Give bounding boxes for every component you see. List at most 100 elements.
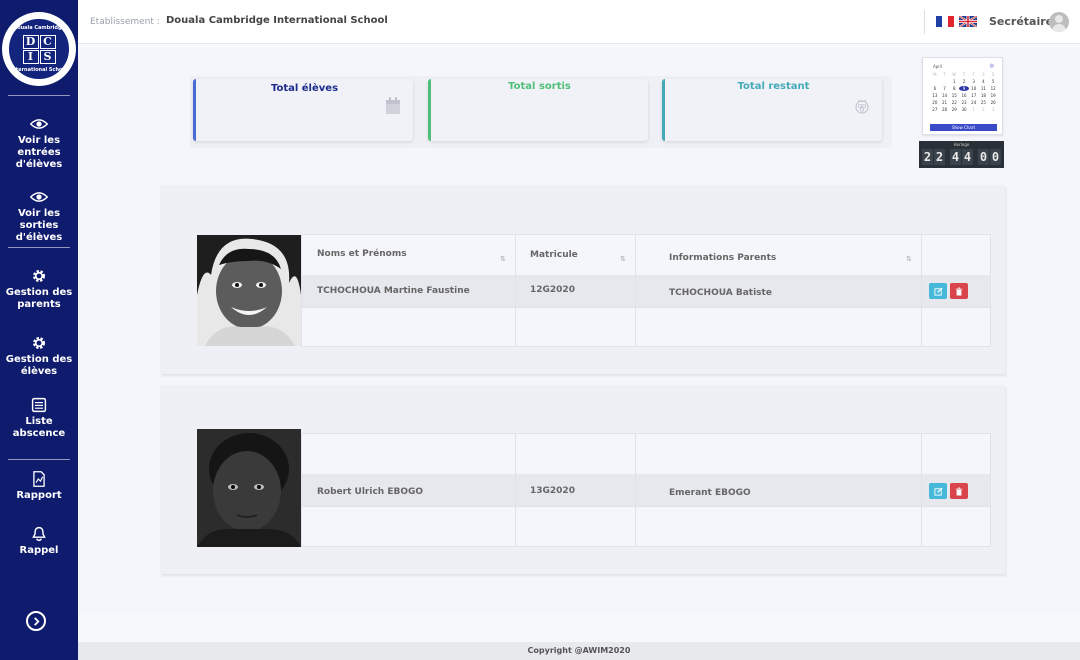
calendar-day[interactable]: 23 — [959, 100, 969, 105]
sidebar-collapse-button[interactable] — [26, 611, 46, 631]
column-divider — [635, 434, 636, 546]
sidebar-item-eleves[interactable]: Gestion des élèves — [0, 335, 78, 378]
calendar-day[interactable]: 1 — [969, 107, 979, 112]
calendar-day[interactable]: 1 — [949, 79, 959, 84]
calendar-day[interactable]: 2 — [959, 79, 969, 84]
student-matricule: 12G2020 — [530, 285, 575, 295]
logo-letters: D C I S — [22, 34, 56, 64]
calendar-month: April — [933, 64, 943, 69]
edit-button[interactable] — [929, 283, 947, 299]
sidebar-divider — [8, 247, 70, 248]
clock-label: Horloge — [953, 142, 970, 147]
calendar-day[interactable]: 24 — [969, 100, 979, 105]
clock-digit: 2 — [922, 149, 933, 165]
uk-flag-icon[interactable] — [959, 16, 977, 27]
clock-digit: 0 — [978, 149, 989, 165]
sort-icon[interactable]: ⇅ — [500, 255, 506, 263]
edit-button[interactable] — [929, 483, 947, 499]
calendar-day[interactable] — [930, 79, 940, 84]
student-name: TCHOCHOUA Martine Faustine — [317, 286, 470, 296]
stat-title: Total sortis — [508, 81, 571, 92]
calendar-day[interactable]: 21 — [940, 100, 950, 105]
calendar-day[interactable] — [940, 79, 950, 84]
column-divider — [921, 434, 922, 546]
calendar-day[interactable]: 6 — [930, 86, 940, 91]
sidebar-item-entrees[interactable]: Voir les entrées d'élèves — [0, 116, 78, 171]
calendar-day[interactable]: 18 — [979, 93, 989, 98]
stat-card-total-eleves: Total élèves — [193, 79, 413, 141]
student-table: Noms et Prénoms ⇅ Matricule ⇅ Informatio… — [301, 234, 991, 347]
mini-calendar[interactable]: April ◎ M T W T F S S 1 2 3 4 5 6 7 8 9 10 11 12 13 14 15 16 17… — [922, 57, 1003, 135]
calendar-day[interactable]: 2 — [979, 107, 989, 112]
calendar-icon — [386, 97, 400, 114]
calendar-day[interactable]: 20 — [930, 100, 940, 105]
sidebar-item-label: Voir les entrées d'élèves — [15, 135, 63, 170]
topbar-divider — [924, 10, 925, 34]
calendar-day[interactable]: 25 — [979, 100, 989, 105]
calendar-grid: M T W T F S S 1 2 3 4 5 6 7 8 9 10 11 12 13 14 15 16 17 18 19 20 21… — [930, 72, 998, 112]
sidebar-item-rapport[interactable]: Rapport — [0, 471, 78, 502]
calendar-day[interactable]: 11 — [979, 86, 989, 91]
calendar-nav-icon[interactable]: ◎ — [990, 63, 994, 69]
calendar-day[interactable]: 10 — [969, 86, 979, 91]
calendar-weekday: F — [972, 72, 975, 77]
calendar-day[interactable]: 27 — [930, 107, 940, 112]
student-name: Robert Ulrich EBOGO — [317, 487, 424, 497]
calendar-day[interactable]: 22 — [949, 100, 959, 105]
student-photo — [197, 429, 301, 547]
calendar-day[interactable]: 3 — [988, 107, 998, 112]
sort-icon[interactable]: ⇅ — [620, 255, 626, 263]
trash-icon — [955, 287, 963, 295]
sidebar-item-rappel[interactable]: Rappel — [0, 526, 78, 557]
calendar-day[interactable]: 4 — [979, 79, 989, 84]
calendar-day[interactable]: 3 — [969, 79, 979, 84]
calendar-weekday: T — [962, 72, 966, 77]
clock-digit: 4 — [950, 149, 961, 165]
checklist-icon — [31, 397, 47, 413]
calendar-button[interactable]: Show Chart — [930, 124, 997, 131]
logo-letter: S — [39, 49, 56, 64]
calendar-day[interactable]: 26 — [988, 100, 998, 105]
top-bar: Etablissement : Douala Cambridge Interna… — [78, 0, 1080, 44]
calendar-day[interactable]: 19 — [988, 93, 998, 98]
calendar-day[interactable]: 5 — [988, 79, 998, 84]
french-flag-icon[interactable] — [936, 16, 954, 27]
logo-letter: D — [22, 34, 39, 49]
stat-card-total-sortis: Total sortis — [428, 79, 648, 141]
calendar-day[interactable]: 9 — [959, 86, 969, 91]
calendar-day[interactable]: 16 — [959, 93, 969, 98]
calendar-day[interactable]: 17 — [969, 93, 979, 98]
footer: Copyright @AWIM2020 — [78, 642, 1080, 660]
column-divider — [921, 235, 922, 346]
clock-digit: 0 — [990, 149, 1001, 165]
bell-icon — [32, 526, 46, 542]
calendar-day[interactable]: 12 — [988, 86, 998, 91]
calendar-day[interactable]: 29 — [949, 107, 959, 112]
stat-card-total-restant: Total restant — [662, 79, 882, 141]
delete-button[interactable] — [950, 283, 968, 299]
calendar-day[interactable]: 8 — [949, 86, 959, 91]
column-header-matricule[interactable]: Matricule — [530, 250, 578, 260]
calendar-day[interactable]: 28 — [940, 107, 950, 112]
sidebar-item-label: Liste abscence — [12, 416, 66, 439]
sidebar-item-label: Gestion des parents — [5, 287, 73, 310]
calendar-weekday: S — [982, 72, 985, 77]
sidebar-item-sorties[interactable]: Voir les sorties d'élèves — [0, 189, 78, 244]
column-header-name[interactable]: Noms et Prénoms — [317, 249, 407, 259]
school-logo[interactable]: Douala Cambridge D C I S International S… — [2, 12, 76, 86]
avatar[interactable] — [1049, 12, 1069, 32]
parent-info: TCHOCHOUA Batiste — [669, 288, 772, 298]
sidebar-item-absence[interactable]: Liste abscence — [0, 397, 78, 440]
report-icon — [33, 471, 45, 487]
calendar-day[interactable]: 14 — [940, 93, 950, 98]
sidebar-item-label: Gestion des élèves — [5, 354, 73, 377]
calendar-day[interactable]: 15 — [949, 93, 959, 98]
delete-button[interactable] — [950, 483, 968, 499]
calendar-day[interactable]: 30 — [959, 107, 969, 112]
calendar-day[interactable]: 13 — [930, 93, 940, 98]
user-role[interactable]: Secrétaire — [989, 15, 1053, 28]
sidebar-item-parents[interactable]: Gestion des parents — [0, 268, 78, 311]
calendar-day[interactable]: 7 — [940, 86, 950, 91]
sort-icon[interactable]: ⇅ — [906, 255, 912, 263]
column-header-parents[interactable]: Informations Parents — [669, 253, 776, 263]
